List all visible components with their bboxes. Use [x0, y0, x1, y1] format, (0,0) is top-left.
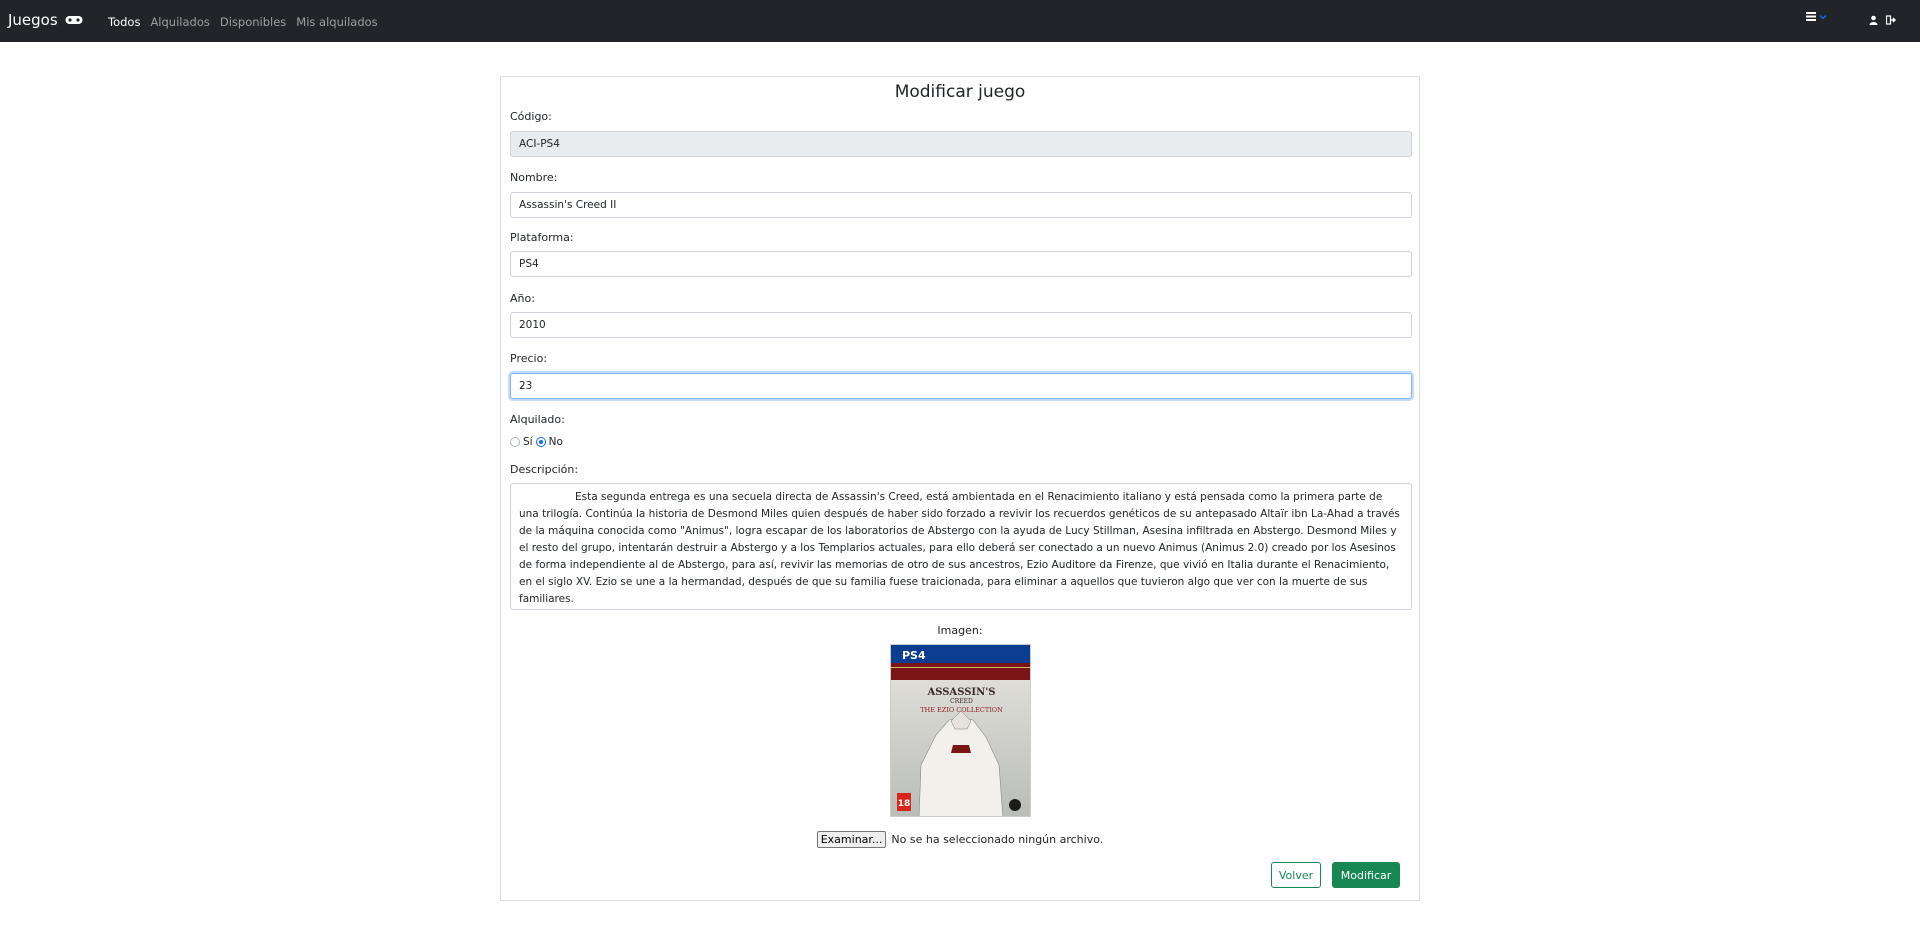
nombre-input[interactable]	[510, 192, 1412, 218]
file-status-text: No se ha seleccionado ningún archivo.	[891, 833, 1104, 846]
codigo-input[interactable]	[510, 131, 1412, 157]
nav-link-disponibles[interactable]: Disponibles	[220, 15, 286, 29]
plataforma-label: Plataforma:	[510, 231, 574, 244]
cover-platform-text: PS4	[902, 649, 926, 662]
nav-links: Todos Alquilados Disponibles Mis alquila…	[108, 15, 388, 29]
top-navbar: Juegos Todos Alquilados Disponibles Mis …	[0, 0, 1920, 42]
file-upload: Examinar... No se ha seleccionado ningún…	[501, 831, 1419, 848]
user-lock-icon[interactable]	[1869, 10, 1878, 29]
game-cover-image: PS4 ASSASSIN'S CREED THE EZIO COLLECTION…	[890, 644, 1031, 817]
descripcion-textarea[interactable]: Esta segunda entrega es una secuela dire…	[510, 483, 1412, 610]
nav-link-mis-alquilados[interactable]: Mis alquilados	[296, 15, 377, 29]
anio-input[interactable]	[510, 312, 1412, 338]
cover-title-text: ASSASSIN'S	[926, 687, 995, 698]
cover-subtitle-text: CREED	[950, 698, 973, 705]
anio-label: Año:	[510, 292, 535, 305]
edit-game-card: Modificar juego Código: Nombre: Platafor…	[500, 76, 1420, 901]
descripcion-label: Descripción:	[510, 463, 579, 476]
nombre-label: Nombre:	[510, 171, 558, 184]
nav-link-todos[interactable]: Todos	[108, 15, 140, 29]
alquilado-si-radio[interactable]	[510, 437, 520, 447]
brand[interactable]: Juegos	[8, 11, 83, 29]
alquilado-si-label: Sí	[523, 436, 533, 448]
modificar-button[interactable]: Modificar	[1332, 862, 1400, 888]
imagen-label: Imagen:	[937, 624, 983, 637]
cover-rating-text: 18	[898, 799, 911, 809]
plataforma-input[interactable]	[510, 251, 1412, 277]
menu-dropdown-toggle[interactable]	[1806, 12, 1827, 21]
page-title: Modificar juego	[894, 82, 1026, 102]
codigo-label: Código:	[510, 110, 552, 123]
precio-label: Precio:	[510, 352, 548, 365]
brand-label: Juegos	[8, 11, 58, 29]
examinar-button[interactable]: Examinar...	[816, 831, 887, 848]
gamepad-icon	[65, 15, 83, 25]
volver-button[interactable]: Volver	[1271, 862, 1321, 888]
precio-input[interactable]	[510, 373, 1412, 399]
alquilado-label: Alquilado:	[510, 413, 565, 426]
alquilado-no-radio[interactable]	[535, 437, 546, 447]
hamburger-icon	[1806, 12, 1816, 21]
alquilado-radio-group: Sí No	[510, 436, 566, 448]
chevron-down-icon	[1819, 14, 1827, 19]
nav-link-alquilados[interactable]: Alquilados	[150, 15, 209, 29]
logout-icon[interactable]	[1885, 10, 1896, 29]
alquilado-no-label: No	[548, 436, 563, 448]
